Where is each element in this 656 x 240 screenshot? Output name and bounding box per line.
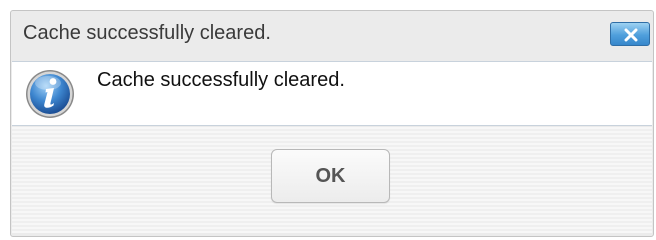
dialog-message: Cache successfully cleared. bbox=[97, 69, 345, 91]
dialog-content: Cache successfully cleared. bbox=[12, 61, 652, 126]
ok-button[interactable]: OK bbox=[271, 149, 390, 203]
close-button[interactable] bbox=[610, 22, 650, 46]
dialog-title: Cache successfully cleared. bbox=[23, 22, 271, 44]
message-dialog: Cache successfully cleared. Cache succes… bbox=[10, 10, 654, 237]
close-icon bbox=[624, 28, 638, 42]
info-icon bbox=[26, 70, 74, 118]
dialog-titlebar: Cache successfully cleared. bbox=[11, 11, 653, 59]
dialog-footer: OK bbox=[12, 127, 652, 233]
